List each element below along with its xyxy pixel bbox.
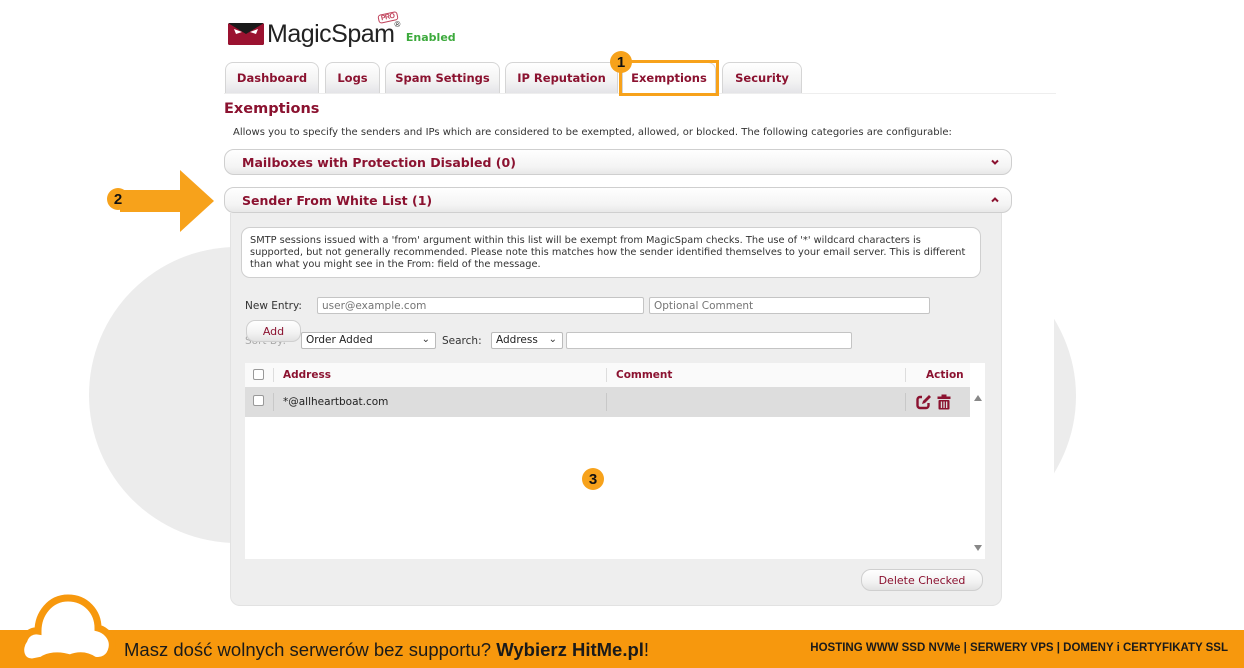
whitelist-table: Address Comment Action *@allheartboat.co… xyxy=(245,363,985,559)
annotation-marker-1: 1 xyxy=(610,51,632,73)
comment-input[interactable] xyxy=(649,297,930,314)
chevron-down-icon xyxy=(991,159,999,165)
footer-banner: Masz dość wolnych serwerów bez supportu?… xyxy=(0,630,1244,668)
new-entry-input[interactable] xyxy=(317,297,644,314)
footer-message: Masz dość wolnych serwerów bez supportu?… xyxy=(124,639,650,660)
tab-ip-reputation[interactable]: IP Reputation xyxy=(505,62,618,93)
magicspam-logo-icon xyxy=(228,23,264,45)
search-field-select[interactable]: Address ⌄ xyxy=(491,332,563,349)
search-label: Search: xyxy=(442,335,482,347)
tab-security[interactable]: Security xyxy=(722,62,802,93)
chevron-down-icon: ⌄ xyxy=(548,334,557,345)
annotation-arrow-icon xyxy=(120,170,214,232)
sort-by-value: Order Added xyxy=(306,334,373,346)
trash-icon[interactable] xyxy=(937,394,951,410)
column-header-action: Action xyxy=(926,369,964,381)
row-checkbox[interactable] xyxy=(253,395,264,406)
tab-dashboard[interactable]: Dashboard xyxy=(225,62,319,93)
section-title: Sender From White List (1) xyxy=(242,192,433,208)
footer-brand-link[interactable]: Wybierz HitMe.pl xyxy=(496,639,644,660)
main-tabs: Dashboard Logs Spam Settings IP Reputati… xyxy=(224,62,1056,94)
scroll-up-arrow[interactable] xyxy=(974,395,982,401)
add-button[interactable]: Add xyxy=(246,320,301,342)
column-header-comment[interactable]: Comment xyxy=(616,363,672,387)
delete-checked-button[interactable]: Delete Checked xyxy=(861,569,983,591)
background-shape-left xyxy=(89,247,230,543)
status-badge: Enabled xyxy=(405,30,456,44)
table-header: Address Comment Action xyxy=(245,363,970,387)
sort-by-select[interactable]: Order Added ⌄ xyxy=(301,332,436,349)
annotation-marker-3: 3 xyxy=(582,468,604,490)
page-title: Exemptions xyxy=(224,101,320,117)
tab-spam-settings[interactable]: Spam Settings xyxy=(385,62,500,93)
annotation-marker-2: 2 xyxy=(107,188,129,210)
tab-logs[interactable]: Logs xyxy=(325,62,380,93)
cloud-logo-icon xyxy=(18,594,116,666)
footer-services: HOSTING WWW SSD NVMe | SERWERY VPS | DOM… xyxy=(810,642,1228,654)
section-title: Mailboxes with Protection Disabled (0) xyxy=(242,154,516,170)
chevron-up-icon xyxy=(991,197,999,203)
chevron-down-icon: ⌄ xyxy=(421,334,430,345)
table-row: *@allheartboat.com xyxy=(245,387,970,417)
new-entry-label: New Entry: xyxy=(245,300,302,312)
search-field-value: Address xyxy=(496,334,538,346)
page-description: Allows you to specify the senders and IP… xyxy=(233,127,952,138)
section-sender-from-white-list[interactable]: Sender From White List (1) xyxy=(224,187,1012,213)
tab-exemptions[interactable]: Exemptions xyxy=(622,62,716,93)
white-list-panel: SMTP sessions issued with a 'from' argum… xyxy=(230,213,1002,606)
scroll-down-arrow[interactable] xyxy=(974,545,982,551)
background-shape-right xyxy=(1054,313,1076,479)
edit-icon[interactable] xyxy=(916,394,932,410)
logo-text: MagicSpam PRO ® xyxy=(267,10,400,48)
info-box: SMTP sessions issued with a 'from' argum… xyxy=(241,227,981,278)
column-header-address[interactable]: Address xyxy=(283,363,331,387)
logo: MagicSpam PRO ® Enabled xyxy=(228,10,456,48)
search-input[interactable] xyxy=(566,332,852,349)
section-mailboxes-protection-disabled[interactable]: Mailboxes with Protection Disabled (0) xyxy=(224,149,1012,175)
select-all-checkbox[interactable] xyxy=(253,369,264,380)
row-address: *@allheartboat.com xyxy=(283,396,389,408)
